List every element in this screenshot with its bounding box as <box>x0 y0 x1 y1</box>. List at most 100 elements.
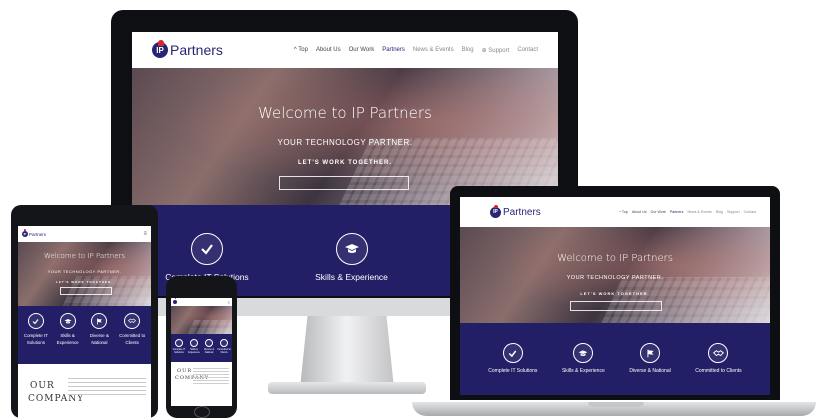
feature-complete-it: Complete IT Solutions <box>20 313 52 364</box>
logo-mark-icon: IP <box>22 229 28 237</box>
hero-subtitle: YOUR TECHNOLOGY PARTNER. <box>566 275 664 281</box>
graduation-cap-icon <box>335 233 368 265</box>
hero-subtitle: YOUR TECHNOLOGY PARTNER. <box>47 269 122 274</box>
laptop-notch <box>588 402 644 407</box>
feature-label: Skills & Experience <box>315 272 388 282</box>
feature-label: Diverse & National <box>204 349 214 354</box>
logo-text: Partners <box>503 206 541 218</box>
desktop-navbar: IP Partners ^ Top About Us Our Work Part… <box>132 32 558 68</box>
feature-label: Diverse & National <box>629 368 671 374</box>
feature-label: Skills & Experience <box>56 333 79 345</box>
hero-cta: LET'S WORK TOGETHER. <box>298 160 392 166</box>
check-icon <box>190 233 223 265</box>
hero-cta: LET'S WORK TOGETHER. <box>56 280 113 284</box>
menu-icon[interactable]: ≡ <box>228 300 230 305</box>
keyboard-image <box>187 320 232 334</box>
desktop-logo[interactable]: IP Partners <box>152 40 223 58</box>
flag-icon <box>91 313 108 329</box>
menu-icon[interactable]: ≡ <box>143 231 147 237</box>
nav-partners[interactable]: Partners <box>670 210 684 214</box>
feature-label: Complete IT Solutions <box>172 349 186 354</box>
feature-label: Committed to Clients <box>695 368 742 374</box>
nav-news-events[interactable]: News & Events <box>413 47 454 54</box>
feature-complete-it: Complete IT Solutions <box>488 343 537 395</box>
feature-skills: Skills & Experience <box>187 339 201 362</box>
phone-hero <box>171 306 232 334</box>
tablet-company-section: OUR COMPANY <box>18 364 151 418</box>
feature-committed: Committed to Clients <box>695 343 742 395</box>
laptop-hero: Welcome to IP Partners YOUR TECHNOLOGY P… <box>460 227 770 323</box>
feature-diverse: Diverse & National <box>84 313 116 364</box>
handshake-icon <box>124 313 141 329</box>
hero-subtitle: YOUR TECHNOLOGY PARTNER. <box>277 138 413 147</box>
handshake-icon <box>220 339 228 347</box>
hero-title: Welcome to IP Partners <box>258 104 432 122</box>
phone-home-button[interactable] <box>194 406 210 418</box>
nav-news-events[interactable]: News & Events <box>687 210 711 214</box>
feature-diverse: Diverse & National <box>629 343 671 395</box>
graduation-cap-icon <box>190 339 198 347</box>
nav-our-work[interactable]: Our Work <box>651 210 666 214</box>
flag-icon <box>640 343 661 363</box>
feature-committed: Committed to Clients <box>115 313 149 364</box>
hero-button[interactable] <box>60 287 112 295</box>
feature-label: Skills & Experience <box>188 349 200 354</box>
nav-blog[interactable]: Blog <box>716 210 723 214</box>
feature-skills: Skills & Experience <box>52 313 84 364</box>
feature-skills: Skills & Experience <box>562 343 605 395</box>
laptop-features-band: Complete IT Solutions Skills & Experienc… <box>460 323 770 395</box>
company-paragraph <box>68 378 146 398</box>
nav-contact[interactable]: Contact <box>744 210 756 214</box>
hero-cta: LET'S WORK TOGETHER. <box>580 291 650 296</box>
handshake-icon <box>708 343 729 363</box>
phone-screen: ≡ Complete IT Solutions Skills & Experienc… <box>171 298 232 406</box>
feature-label: Complete IT Solutions <box>488 368 538 374</box>
laptop-nav-menu: ^ Top About Us Our Work Partners News & … <box>619 210 756 214</box>
check-icon <box>175 339 183 347</box>
logo-text: Partners <box>170 42 223 58</box>
logo-mark-icon[interactable] <box>173 298 177 304</box>
feature-label: Committed to Clients <box>217 349 231 354</box>
tablet-hero: Welcome to IP Partners YOUR TECHNOLOGY P… <box>18 242 151 306</box>
phone-navbar: ≡ <box>171 298 232 306</box>
desktop-monitor-stand <box>300 316 394 388</box>
feature-complete-it: Complete IT Solutions <box>172 339 186 362</box>
logo-text: Partners <box>29 231 47 237</box>
nav-about-us[interactable]: About Us <box>632 210 647 214</box>
support-icon: ⊕ <box>481 47 487 54</box>
nav-top[interactable]: ^ Top <box>619 210 627 214</box>
nav-our-work[interactable]: Our Work <box>349 47 375 54</box>
logo-mark-icon: IP <box>152 40 168 58</box>
graduation-cap-icon <box>573 343 594 363</box>
nav-contact[interactable]: Contact <box>517 47 538 54</box>
laptop-navbar: IP Partners ^ Top About Us Our Work Part… <box>460 197 770 227</box>
graduation-cap-icon <box>59 313 76 329</box>
phone-features-band: Complete IT Solutions Skills & Experience … <box>171 334 232 362</box>
feature-label: Skills & Experience <box>561 368 605 374</box>
nav-about-us[interactable]: About Us <box>316 47 341 54</box>
nav-support[interactable]: Support <box>727 210 740 214</box>
nav-partners[interactable]: Partners <box>382 47 405 54</box>
desktop-monitor-foot <box>268 382 426 394</box>
tablet-screen: IP Partners ≡ Welcome to IP Partners YOU… <box>18 226 151 418</box>
hero-button[interactable] <box>279 176 409 190</box>
feature-skills: Skills & Experience <box>315 233 388 296</box>
feature-diverse: Diverse & National <box>202 339 216 362</box>
laptop-screen: IP Partners ^ Top About Us Our Work Part… <box>460 197 770 395</box>
hero-button[interactable] <box>570 301 662 311</box>
tablet-navbar: IP Partners ≡ <box>18 226 151 242</box>
keyboard-image <box>597 277 770 323</box>
hero-title: Welcome to IP Partners <box>43 252 126 260</box>
nav-support[interactable]: ⊕ Support <box>482 47 510 54</box>
company-paragraph <box>193 368 229 384</box>
laptop-logo[interactable]: IP Partners <box>490 204 541 218</box>
desktop-hero: Welcome to IP Partners YOUR TECHNOLOGY P… <box>132 68 558 205</box>
flag-icon <box>205 339 213 347</box>
tablet-features-band: Complete IT Solutions Skills & Experience … <box>18 306 151 364</box>
nav-top[interactable]: ^ Top <box>294 47 308 54</box>
nav-blog[interactable]: Blog <box>462 47 474 54</box>
desktop-nav-menu: ^ Top About Us Our Work Partners News & … <box>294 47 538 54</box>
phone-company-section: OUR COMPANY <box>171 362 232 406</box>
tablet-logo[interactable]: IP Partners <box>22 229 47 237</box>
hero-title: Welcome to IP Partners <box>557 253 673 264</box>
